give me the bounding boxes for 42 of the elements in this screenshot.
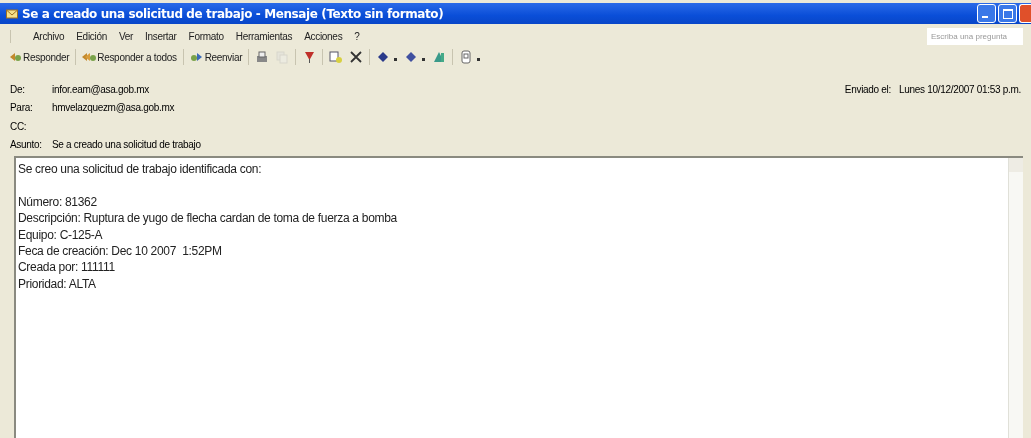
minimize-button[interactable] (977, 4, 996, 23)
menu-item[interactable]: Formato (184, 29, 228, 43)
body-line: Prioridad: ALTA (18, 275, 97, 293)
body-line: Se creo una solicitud de trabajo identificada con: (18, 161, 263, 178)
window-title: Se a creado una solicitud de trabajo - Mensaje (Texto sin formato) (22, 6, 444, 21)
toolbar-button[interactable]: Responder a todos (80, 49, 179, 65)
header-label: Enviado el: (844, 83, 891, 95)
header-value: Lunes 10/12/2007 01:53 p.m. (899, 83, 1021, 95)
menu-item[interactable]: Insertar (141, 29, 181, 43)
close-button[interactable] (1019, 4, 1031, 23)
menu-item[interactable]: Herramientas (231, 29, 297, 43)
menu-item[interactable]: Edición (72, 29, 111, 43)
body-line: Número: 81362 (18, 193, 98, 211)
reply-all-icon (82, 50, 97, 64)
header-label: De: (10, 83, 26, 95)
menu-item[interactable]: ? (350, 29, 364, 43)
diamond-icon (376, 50, 391, 64)
envelope-icon (6, 7, 18, 20)
toolbar-button[interactable]: Responder (6, 49, 72, 65)
printer-icon (255, 50, 270, 64)
toolbar-button[interactable]: Reenviar (187, 49, 245, 65)
header-label: Para: (10, 102, 34, 114)
header-value: infor.eam@asa.gob.mx (52, 83, 149, 95)
forward-icon (189, 50, 204, 64)
header-value: Se a creado una solicitud de trabajo (52, 139, 201, 151)
body-line: Descripción: Ruptura de yugo de flecha cardan de toma de fuerza a bomba (18, 210, 398, 227)
diamond-icon (404, 50, 419, 64)
menu-item[interactable]: Ver (114, 29, 138, 43)
menu-item[interactable]: Archivo (29, 29, 69, 43)
scrollbar[interactable] (1008, 158, 1023, 438)
menu-item[interactable]: Acciones (300, 29, 347, 43)
body-line: Creada por: 111111 (18, 259, 116, 276)
maximize-button[interactable] (998, 4, 1017, 23)
reply-icon (8, 50, 22, 64)
header-label: CC: (10, 120, 28, 132)
body-line: Equipo: C-125-A (18, 226, 104, 243)
delete-icon (349, 50, 364, 64)
help-search-field[interactable]: Escriba una pregunta (927, 27, 1023, 45)
header-label: Asunto: (10, 139, 43, 151)
body-line: Feca de creación: Dec 10 2007 1:52PM (18, 243, 223, 260)
flag-icon (302, 50, 317, 64)
header-value: hmvelazquezm@asa.gob.mx (52, 102, 175, 114)
